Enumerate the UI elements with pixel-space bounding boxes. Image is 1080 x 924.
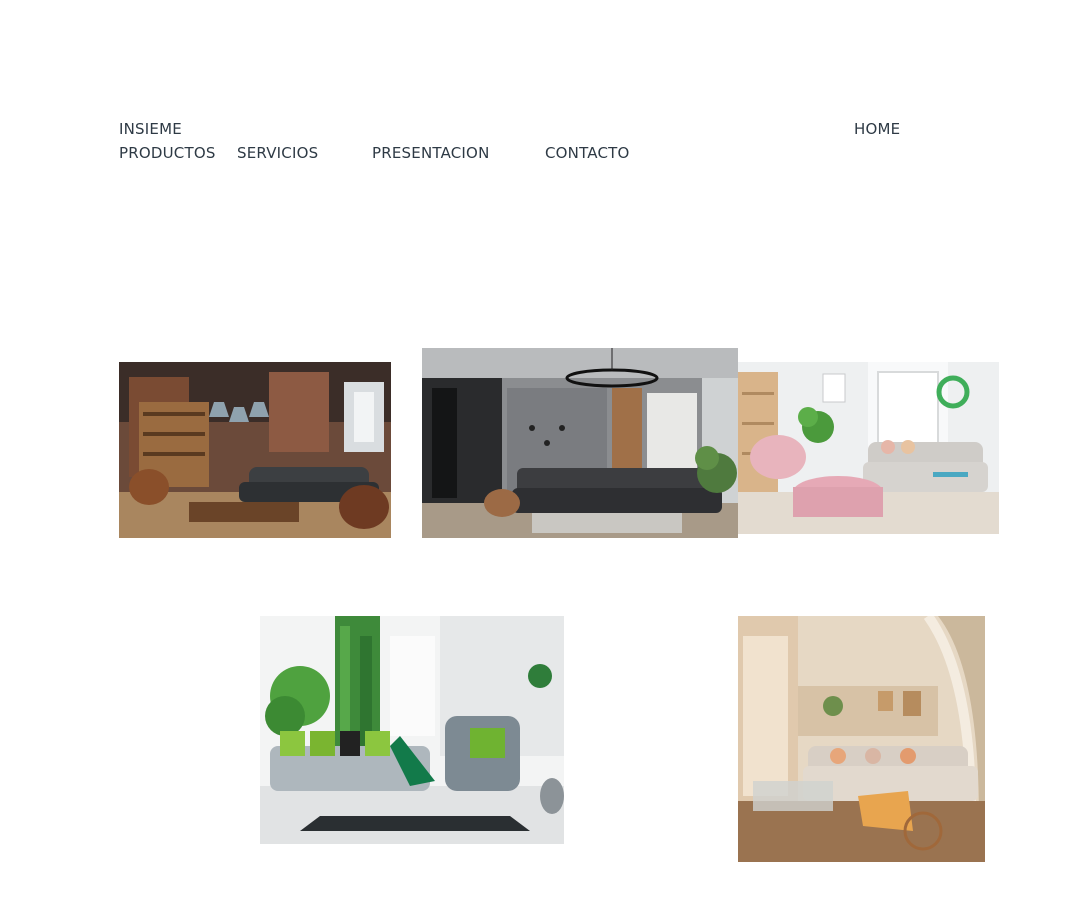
pastel-living-room-photo: [738, 362, 999, 534]
modern-grey-living-room-photo: [422, 348, 738, 538]
nav-contacto-link[interactable]: CONTACTO: [545, 141, 630, 165]
arched-living-room-photo: [738, 616, 985, 862]
green-wall-living-room-photo: [260, 616, 564, 844]
loft-living-room-photo: [119, 362, 391, 538]
nav-home-link[interactable]: HOME: [854, 117, 900, 141]
nav-servicios-link[interactable]: SERVICIOS: [237, 141, 318, 165]
nav-presentacion-link[interactable]: PRESENTACION: [372, 141, 490, 165]
brand-line-2: PRODUCTOS: [119, 144, 216, 162]
brand-line-1: INSIEME: [119, 120, 182, 138]
brand-products-link[interactable]: INSIEME PRODUCTOS: [119, 117, 216, 165]
